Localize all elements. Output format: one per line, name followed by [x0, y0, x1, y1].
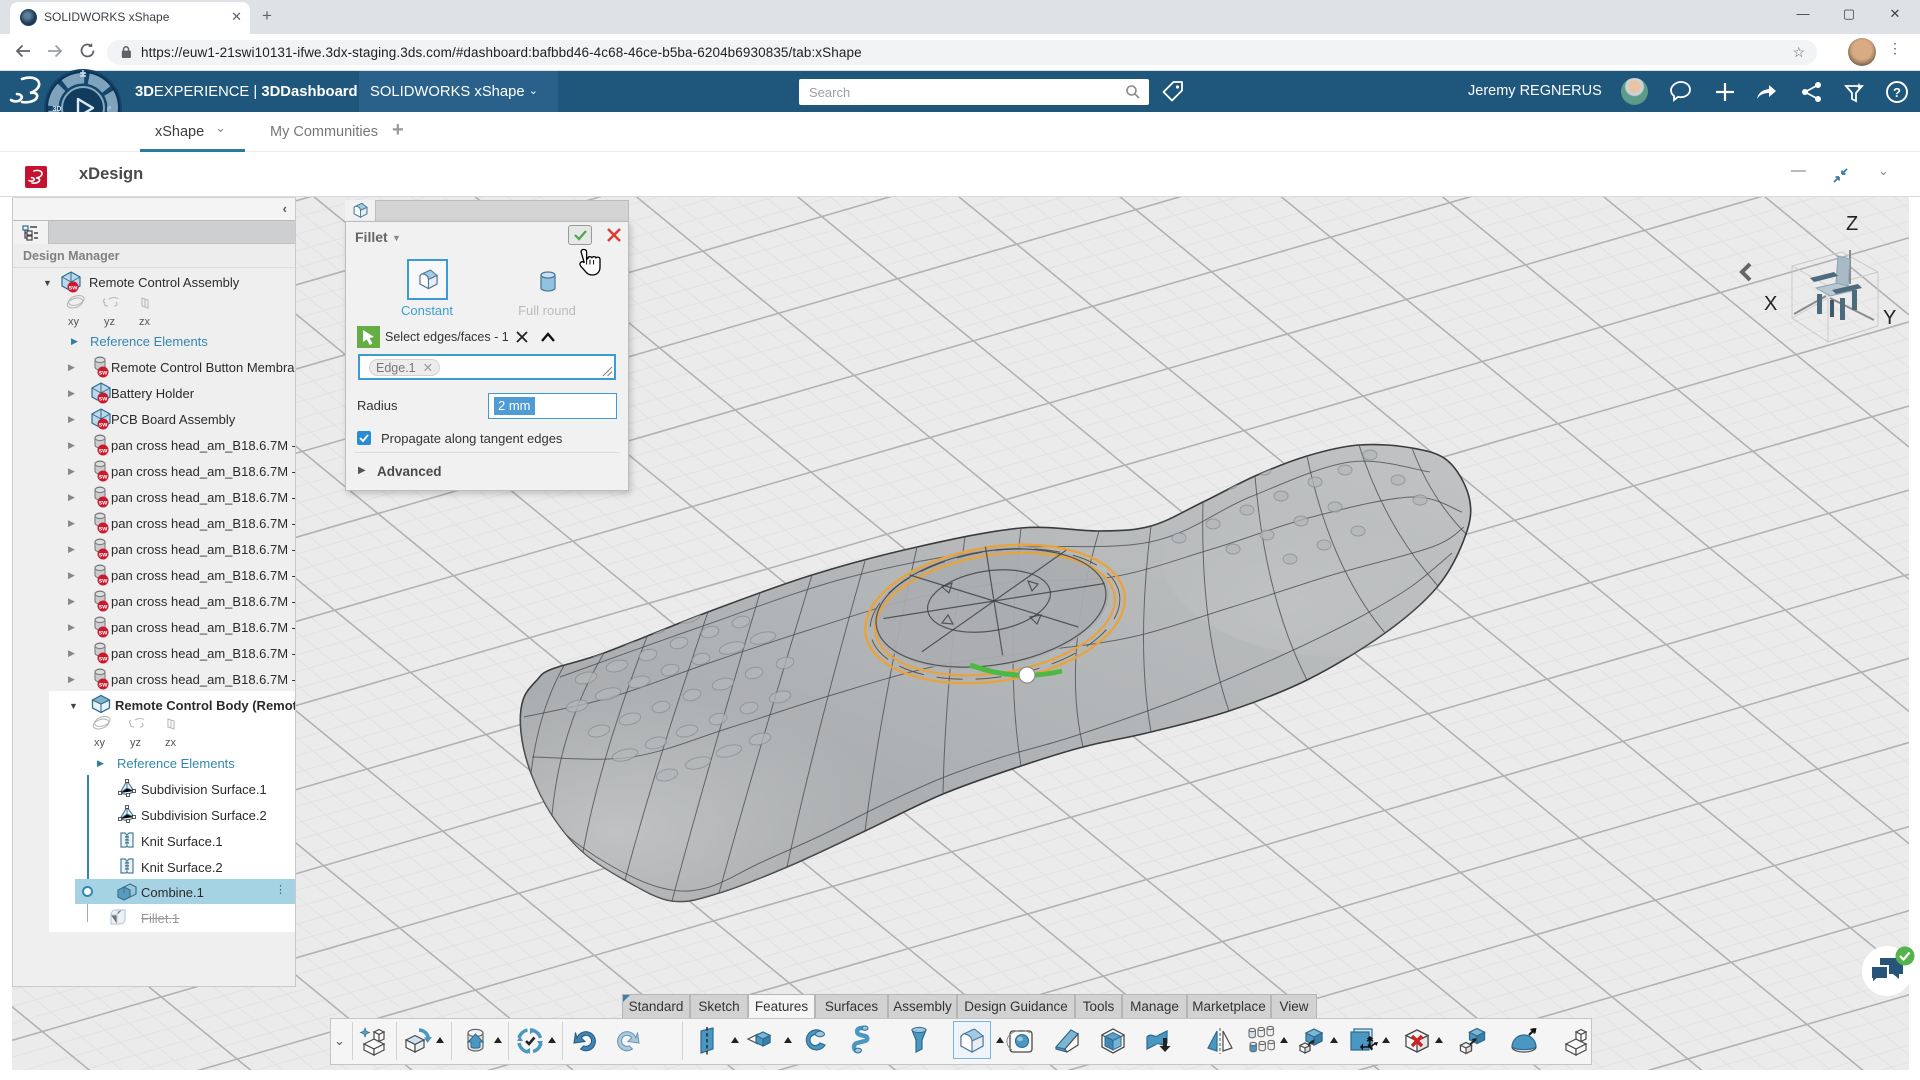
svg-text:yz: yz: [130, 737, 141, 749]
svg-text:sw: sw: [99, 396, 109, 403]
svg-text:sw: sw: [99, 604, 109, 611]
svg-text:sw: sw: [99, 500, 109, 507]
svg-text:sw: sw: [99, 422, 109, 429]
svg-text:zx: zx: [139, 316, 151, 328]
svg-text:sw: sw: [99, 474, 109, 481]
svg-text:sw: sw: [99, 370, 109, 377]
svg-text:sw: sw: [69, 285, 79, 292]
svg-text:Z: Z: [1846, 213, 1858, 235]
svg-text:X: X: [1764, 293, 1777, 315]
svg-text:?: ?: [1893, 85, 1901, 100]
svg-text:sw: sw: [99, 526, 109, 533]
svg-text:sw: sw: [99, 682, 109, 689]
svg-text:sw: sw: [99, 448, 109, 455]
svg-text:xy: xy: [94, 737, 106, 749]
svg-text:xy: xy: [68, 316, 80, 328]
svg-text:sw: sw: [99, 578, 109, 585]
svg-text:sw: sw: [99, 552, 109, 559]
svg-text:sw: sw: [99, 656, 109, 663]
svg-text:sw: sw: [99, 630, 109, 637]
svg-text:yz: yz: [104, 316, 115, 328]
svg-text:zx: zx: [165, 737, 177, 749]
svg-text:Y: Y: [1883, 307, 1896, 329]
